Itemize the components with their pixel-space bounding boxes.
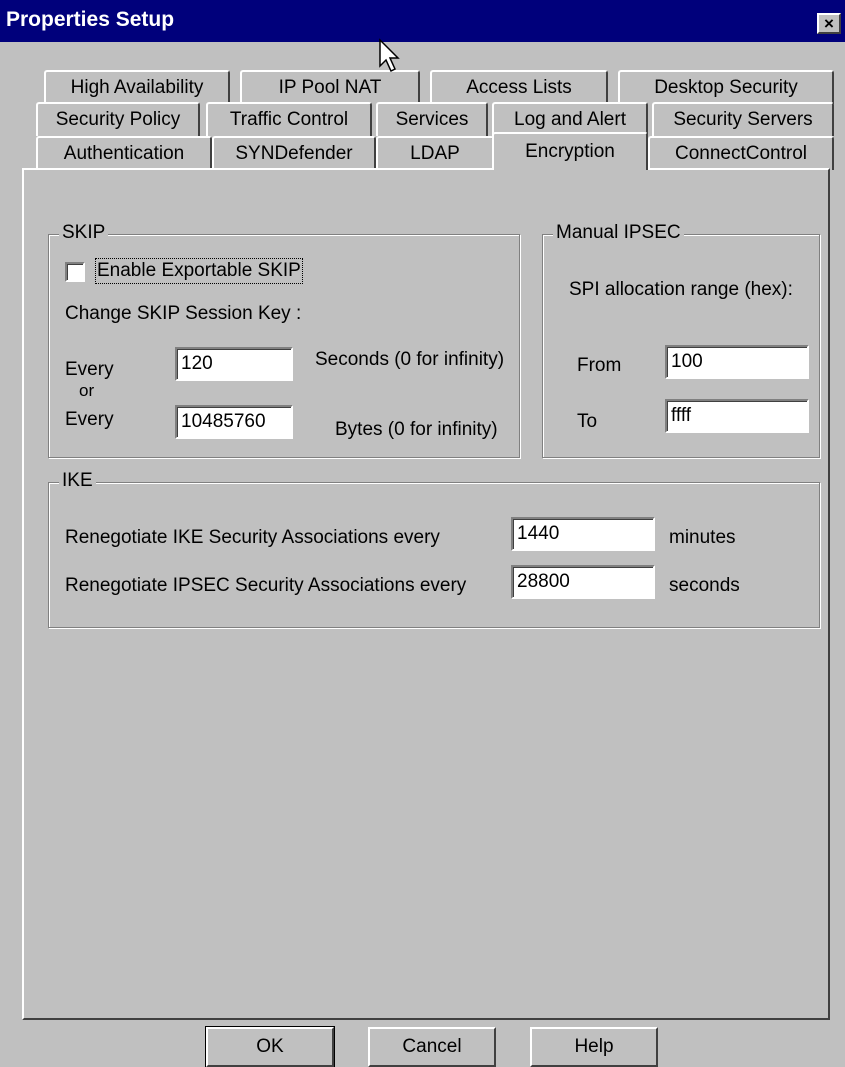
tab-security-policy[interactable]: Security Policy <box>36 102 200 136</box>
tab-authentication[interactable]: Authentication <box>36 136 212 170</box>
skip-legend: SKIP <box>59 222 109 244</box>
ipsec-sa-unit-label: seconds <box>669 575 740 596</box>
encryption-panel: SKIP Enable Exportable SKIP Change SKIP … <box>22 168 830 1020</box>
spi-to-input[interactable] <box>665 399 809 433</box>
spi-range-label: SPI allocation range (hex): <box>569 279 793 300</box>
cancel-button[interactable]: Cancel <box>368 1027 496 1067</box>
enable-exportable-skip-label[interactable]: Enable Exportable SKIP <box>95 258 303 284</box>
ike-sa-label: Renegotiate IKE Security Associations ev… <box>65 527 440 548</box>
every-bytes-label: Every <box>65 409 114 430</box>
every-seconds-label: Every <box>65 359 114 380</box>
tab-ip-pool-nat[interactable]: IP Pool NAT <box>240 70 420 104</box>
enable-exportable-skip-checkbox[interactable] <box>65 262 85 282</box>
tab-connectcontrol[interactable]: ConnectControl <box>648 136 834 170</box>
tab-services[interactable]: Services <box>376 102 488 136</box>
from-label: From <box>577 355 622 376</box>
skip-seconds-input[interactable] <box>175 347 293 381</box>
seconds-unit-label: Seconds (0 for infinity) <box>315 349 505 370</box>
bytes-unit-label: Bytes (0 for infinity) <box>335 419 498 440</box>
tab-ldap[interactable]: LDAP <box>376 136 494 170</box>
or-label: or <box>79 381 95 400</box>
help-button[interactable]: Help <box>530 1027 658 1067</box>
tab-log-and-alert[interactable]: Log and Alert <box>492 102 648 136</box>
window-title: Properties Setup <box>6 8 175 31</box>
spi-from-input[interactable] <box>665 345 809 379</box>
change-skip-key-label: Change SKIP Session Key : <box>65 303 302 324</box>
ike-group: IKE Renegotiate IKE Security Association… <box>48 470 820 628</box>
to-label: To <box>577 411 598 432</box>
ike-sa-input[interactable] <box>511 517 655 551</box>
tab-high-availability[interactable]: High Availability <box>44 70 230 104</box>
tab-security-servers[interactable]: Security Servers <box>652 102 834 136</box>
ipsec-sa-label: Renegotiate IPSEC Security Associations … <box>65 575 467 596</box>
skip-bytes-input[interactable] <box>175 405 293 439</box>
tab-encryption[interactable]: Encryption <box>492 132 648 170</box>
manual-ipsec-legend: Manual IPSEC <box>553 222 684 244</box>
title-bar: Properties Setup × <box>0 0 845 42</box>
close-button[interactable]: × <box>817 13 841 34</box>
ipsec-sa-input[interactable] <box>511 565 655 599</box>
skip-group: SKIP Enable Exportable SKIP Change SKIP … <box>48 222 520 458</box>
tab-access-lists[interactable]: Access Lists <box>430 70 608 104</box>
ike-sa-unit-label: minutes <box>669 527 736 548</box>
tab-traffic-control[interactable]: Traffic Control <box>206 102 372 136</box>
mouse-pointer-icon <box>379 38 400 73</box>
tab-desktop-security[interactable]: Desktop Security <box>618 70 834 104</box>
tab-syndefender[interactable]: SYNDefender <box>212 136 376 170</box>
ok-button[interactable]: OK <box>205 1026 335 1067</box>
ike-legend: IKE <box>59 470 96 492</box>
manual-ipsec-group: Manual IPSEC SPI allocation range (hex):… <box>542 222 820 458</box>
